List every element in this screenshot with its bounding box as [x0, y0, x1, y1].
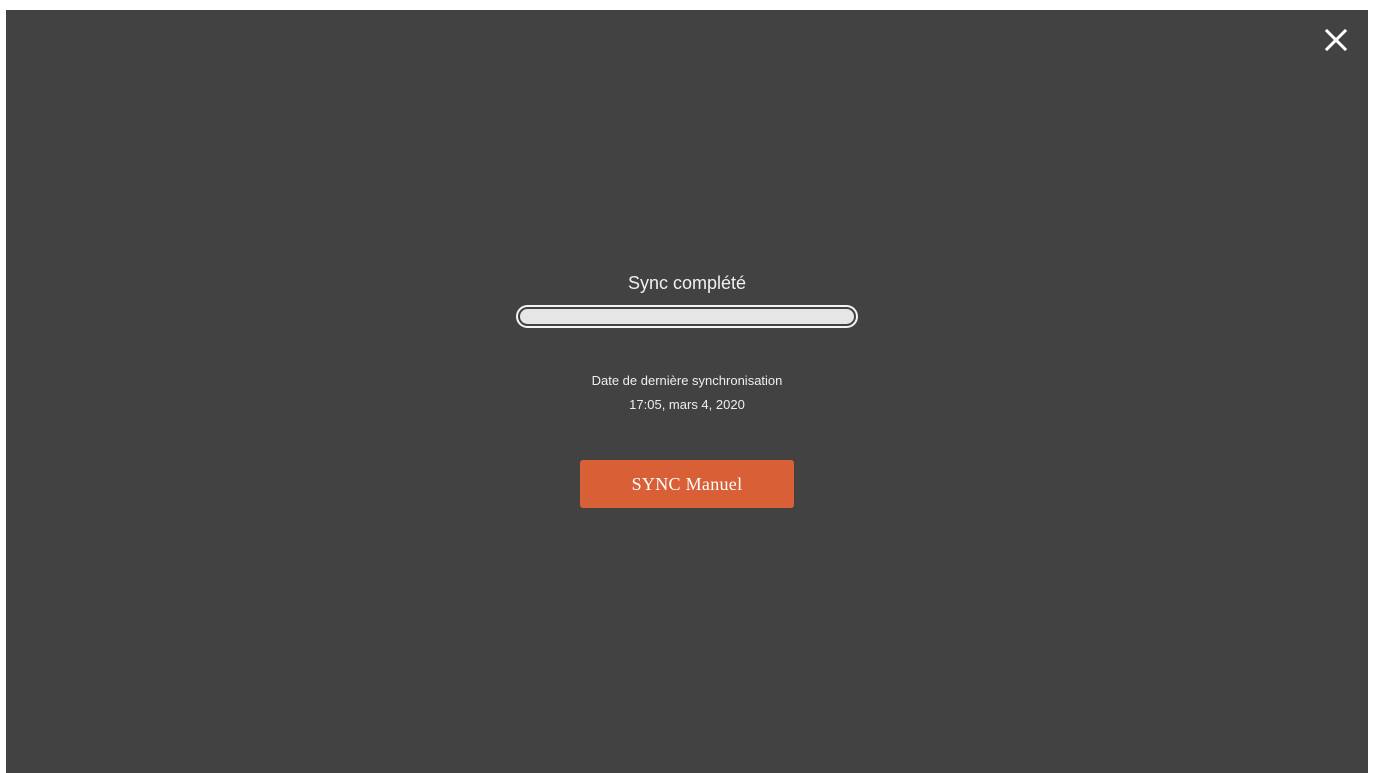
sync-status-title: Sync complété	[627, 273, 747, 293]
close-button[interactable]	[1322, 26, 1350, 54]
manual-sync-button[interactable]: SYNC Manuel	[580, 460, 794, 508]
last-sync-timestamp: 17:05, mars 4, 2020	[629, 397, 745, 412]
sync-panel: Sync complété Date de dernière synchroni…	[6, 270, 1368, 508]
sync-progress-bar	[516, 305, 858, 328]
sync-progress-fill	[520, 309, 854, 324]
sync-screen: Sync complété Date de dernière synchroni…	[6, 10, 1368, 773]
close-icon	[1324, 28, 1348, 52]
last-sync-label: Date de dernière synchronisation	[591, 373, 783, 388]
